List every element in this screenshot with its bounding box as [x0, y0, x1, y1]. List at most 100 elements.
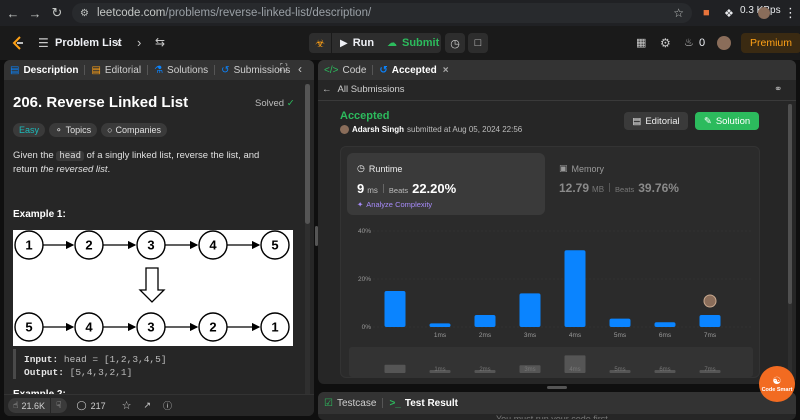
difficulty-badge[interactable]: Easy [13, 123, 46, 137]
favorite-star-icon[interactable]: ☆ [122, 399, 132, 412]
chart-bar[interactable] [609, 318, 631, 327]
memory-value: 12.79 [559, 181, 590, 195]
dislike-button[interactable]: ☟ [51, 398, 67, 413]
description-panel: ▤ Description ▤ Editorial ⚗ Solutions ↺ Subm… [4, 60, 314, 416]
premium-button[interactable]: Premium [741, 33, 800, 53]
timer-icon[interactable]: ◷ [445, 33, 465, 53]
chart-bar[interactable] [519, 293, 541, 327]
memory-unit: MB [592, 185, 605, 194]
left-scrollbar-thumb[interactable] [305, 84, 310, 224]
notes-icon[interactable]: □ [468, 33, 488, 53]
x-tick-label: 6ms [659, 332, 672, 339]
top-list-node-label: 4 [209, 238, 217, 253]
overview-tick-label: 6ms [659, 367, 670, 373]
close-tab-icon[interactable]: × [443, 65, 449, 76]
input-value: head = [1,2,3,4,5] [63, 354, 167, 365]
runtime-distribution-chart: 40% 20% 0% 1ms 2ms 3ms 4ms 5ms 6ms 7ms 1ms 2ms 3ms 4m… [341, 221, 761, 381]
chart-bar[interactable] [474, 315, 496, 327]
streak-fire-icon[interactable]: ♨ [684, 36, 694, 49]
bookmark-star-icon[interactable]: ☆ [673, 6, 684, 20]
collapse-left-icon[interactable]: ‹ [298, 62, 302, 76]
problem-description: Given the head of a singly linked list, … [13, 150, 260, 175]
overview-tick-label: 2ms [479, 367, 490, 373]
problem-list-icon[interactable]: ☰ [38, 36, 49, 50]
example-quote-bar [13, 349, 16, 379]
editorial-button[interactable]: ▤ Editorial [624, 112, 688, 130]
expand-icon[interactable]: ⛶ [280, 63, 287, 74]
left-bottom-bar: ☝ 21.6K ☟ ◯ 217 ☆ ↗ ⓘ [4, 394, 314, 416]
editorial-icon: ▤ [91, 64, 101, 76]
url-path: /problems/reverse-linked-list/descriptio… [165, 7, 372, 19]
comments-button[interactable]: ◯ 217 [77, 400, 106, 411]
horizontal-resize-handle[interactable] [547, 386, 567, 389]
next-problem-icon[interactable]: › [137, 35, 141, 50]
leetcode-logo-icon[interactable] [10, 35, 26, 51]
solution-button[interactable]: ✎ Solution [695, 112, 759, 130]
tab-testcase[interactable]: ☑ Testcase [318, 393, 382, 413]
history-icon: ↺ [379, 64, 388, 76]
code-smart-button[interactable]: ☯ Code Smart [759, 366, 795, 402]
companies-tag[interactable]: ○ Companies [101, 123, 168, 137]
analyze-complexity-link[interactable]: ✦ Analyze Complexity [357, 200, 432, 209]
run-button[interactable]: ▶ Run [332, 33, 383, 53]
share-icon[interactable]: ↗ [143, 400, 151, 411]
shuffle-icon[interactable]: ⇆ [155, 35, 165, 49]
all-submissions-link[interactable]: ← All Submissions [322, 84, 405, 95]
example-1-title: Example 1: [13, 209, 66, 220]
forward-icon[interactable]: → [24, 2, 46, 24]
bottom-list-node-label: 3 [147, 320, 154, 335]
submit-button[interactable]: ☁ Submit [379, 33, 441, 53]
submission-panel: </> Code ↺ Accepted × ← All Submissions ⚭ Ac… [318, 60, 796, 384]
prev-problem-icon[interactable]: ‹ [116, 35, 120, 50]
tab-code[interactable]: </> Code [318, 60, 372, 80]
browser-toolbar: ← → ↻ ⚙ leetcode.com/problems/reverse-li… [0, 0, 800, 26]
help-icon[interactable]: ⓘ [163, 399, 172, 412]
chart-bar[interactable] [384, 291, 406, 327]
tab-test-result[interactable]: >_ Test Result [383, 393, 464, 413]
like-button[interactable]: ☝ 21.6K [8, 398, 51, 413]
tab-editorial[interactable]: ▤ Editorial [85, 60, 147, 80]
tab-accepted[interactable]: ↺ Accepted × [373, 60, 454, 80]
bottom-list-node-label: 4 [85, 320, 93, 335]
tab-solutions[interactable]: ⚗ Solutions [148, 60, 214, 80]
problem-list-link[interactable]: Problem List [55, 37, 122, 49]
comment-icon: ◯ [76, 400, 87, 410]
your-submission-avatar [703, 294, 717, 308]
profile-avatar[interactable] [758, 3, 770, 23]
tab-description[interactable]: ▤ Description [4, 60, 84, 80]
chart-bar[interactable] [564, 250, 586, 327]
divider [609, 183, 611, 192]
runtime-beats-label: Beats [388, 186, 409, 195]
down-arrow [138, 267, 166, 303]
link-icon[interactable]: ⚭ [774, 84, 782, 95]
debug-icon[interactable]: ☣ [309, 33, 331, 53]
runtime-card[interactable]: ◷ Runtime 9 ms Beats 22.20% ✦ Analyze Comp… [347, 153, 545, 215]
terminal-icon: >_ [389, 397, 401, 409]
overview-tick-label: 5ms [614, 367, 625, 373]
output-value: [5,4,3,2,1] [69, 367, 133, 378]
example-io: Input: head = [1,2,3,4,5] Output: [5,4,3… [24, 353, 167, 379]
browser-menu-icon[interactable]: ⋮ [784, 3, 797, 23]
layout-grid-icon[interactable]: ▦ [636, 36, 646, 49]
address-bar[interactable]: ⚙ leetcode.com/problems/reverse-linked-l… [72, 3, 692, 23]
topics-tag[interactable]: ⚬ Topics [49, 123, 98, 137]
code-smart-icon: ☯ [772, 375, 782, 387]
settings-gear-icon[interactable]: ⚙ [660, 36, 671, 50]
code-smart-label: Code Smart [761, 386, 793, 393]
right-scrollbar-thumb[interactable] [788, 104, 792, 304]
extensions-puzzle-icon[interactable]: ❖ [724, 3, 734, 23]
memory-card[interactable]: ▣ Memory 12.79 MB Beats 39.76% [555, 153, 755, 215]
overview-strip[interactable] [349, 347, 753, 377]
submitter-name[interactable]: Adarsh Singh [352, 125, 404, 134]
site-info-icon[interactable]: ⚙ [80, 8, 89, 19]
user-avatar[interactable] [717, 36, 731, 50]
reload-icon[interactable]: ↻ [46, 2, 68, 24]
extension-icon[interactable]: ■ [703, 3, 710, 23]
chart-bar[interactable] [699, 315, 721, 327]
chart-bar[interactable] [429, 323, 451, 327]
testcase-panel: ☑ Testcase >_ Test Result You must run you… [318, 392, 796, 420]
chart-bar[interactable] [654, 322, 676, 327]
back-icon[interactable]: ← [2, 2, 24, 24]
divider [318, 100, 796, 101]
x-tick-label: 2ms [479, 332, 492, 339]
